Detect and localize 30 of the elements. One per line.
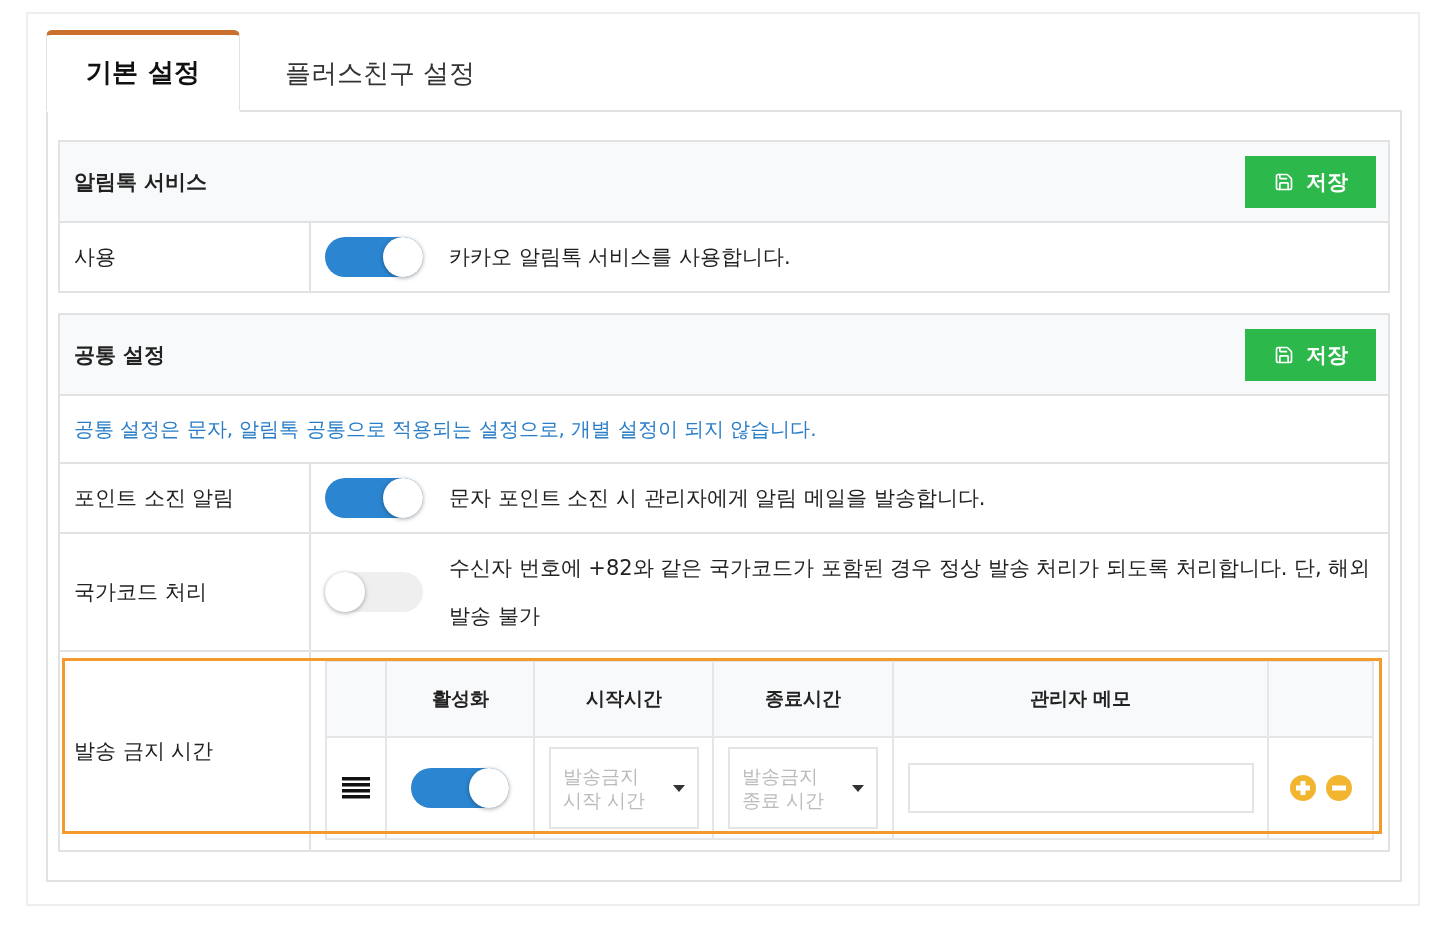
save-button[interactable]: 저장 xyxy=(1245,155,1376,208)
tab[interactable]: 기본 설정 xyxy=(46,30,240,112)
caret-icon xyxy=(672,784,685,792)
tab[interactable]: 플러스친구 설정 xyxy=(240,30,520,112)
column-header: 관리자 메모 xyxy=(894,662,1269,738)
row-label: 포인트 소진 알림 xyxy=(74,485,235,512)
row-label: 사용 xyxy=(74,244,116,271)
column-header: 종료시간 xyxy=(714,662,894,738)
column-header: 시작시간 xyxy=(535,662,714,738)
save-button[interactable]: 저장 xyxy=(1245,328,1376,381)
row-label: 국가코드 처리 xyxy=(74,579,207,606)
toggle-switch[interactable] xyxy=(325,572,423,612)
notice-text: 공통 설정은 문자, 알림톡 공통으로 적용되는 설정으로, 개별 설정이 되지 않습니다. xyxy=(60,396,1388,464)
setting-description: 카카오 알림톡 서비스를 사용합니다. xyxy=(449,244,791,271)
save-icon xyxy=(1273,171,1294,192)
caret-icon xyxy=(852,784,864,792)
panel-title: 알림톡 서비스 xyxy=(74,168,208,196)
setting-description: 문자 포인트 소진 시 관리자에게 알림 메일을 발송합니다. xyxy=(449,485,986,512)
setting-description: 수신자 번호에 +82와 같은 국가코드가 포함된 경우 정상 발송 처리가 되도록 처리합니다. 단, 해외 발송 불가 xyxy=(449,555,1372,630)
memo-field[interactable] xyxy=(907,763,1254,813)
row-label: 발송 금지 시간 xyxy=(74,738,214,765)
drag-handle-icon[interactable] xyxy=(342,777,370,799)
panel-title: 공통 설정 xyxy=(74,341,166,369)
end-time-select[interactable]: 발송금지 종료 시간 xyxy=(728,747,878,829)
toggle-switch[interactable] xyxy=(411,768,509,808)
toggle-switch[interactable] xyxy=(325,478,423,518)
column-header: 활성화 xyxy=(387,662,535,738)
save-icon xyxy=(1273,344,1294,365)
start-time-select[interactable]: 발송금지 시작 시간 xyxy=(548,747,699,829)
toggle-switch[interactable] xyxy=(325,237,423,277)
